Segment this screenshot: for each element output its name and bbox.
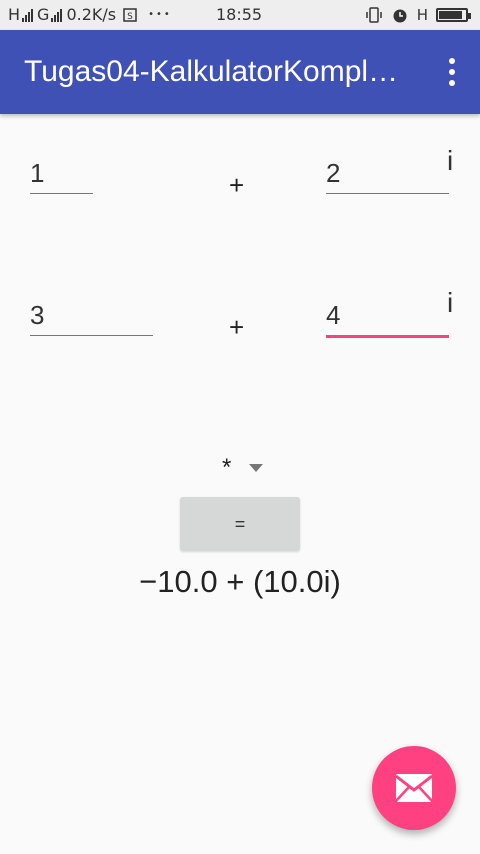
dropdown-arrow-icon [249,464,263,472]
more-notifications-icon: ••• [148,9,172,20]
network-type-label-2: G [37,5,50,24]
status-right: H [365,0,471,30]
equals-button[interactable]: = [180,497,300,551]
vibrate-icon [365,7,382,23]
overflow-dot [449,80,455,86]
status-bar: H G 0.2K/s S ••• 18:55 H [0,0,480,30]
app-bar: Tugas04-KalkulatorKompleks [0,30,480,114]
signal-strength-icon-2 [51,8,63,22]
svg-text:S: S [127,12,133,22]
operand1-imag-value: 2 [326,158,341,188]
operand2-plus-sign: + [229,312,245,342]
mail-fab-button[interactable] [372,746,456,830]
status-time: 18:55 [216,5,263,24]
operator-spinner-value: * [222,454,232,481]
overflow-menu-icon[interactable] [442,58,462,86]
operand1-imag-input[interactable]: 2 [326,156,449,194]
operand1-real-input[interactable]: 1 [30,156,93,194]
operand2-real-value: 3 [30,300,45,330]
alarm-icon [393,9,407,23]
operator-spinner[interactable]: * [216,452,272,482]
app-title: Tugas04-KalkulatorKompleks [24,55,414,88]
network-type-label-3: H [416,6,428,24]
operand1-i-label: i [447,145,454,176]
operand1-plus-sign: + [229,170,245,200]
operand2-real-input[interactable]: 3 [30,298,153,336]
network-type-label: H [8,5,21,24]
operand2-imag-value: 4 [326,300,341,330]
signal-strength-icon [22,8,34,22]
result-text: −10.0 + (10.0i) [139,564,341,599]
screenshot-icon: S [123,8,137,22]
overflow-dot [449,58,455,64]
app-screen: H G 0.2K/s S ••• 18:55 H Tugas04-Kalkula… [0,0,480,854]
mail-icon [396,774,432,802]
operand2-imag-input[interactable]: 4 [326,298,449,338]
overflow-dot [449,69,455,75]
operand2-i-label: i [447,287,454,318]
operand1-real-value: 1 [30,158,45,188]
battery-icon [436,8,471,22]
network-speed: 0.2K/s [66,5,117,24]
status-left: H G 0.2K/s S ••• [8,0,172,30]
